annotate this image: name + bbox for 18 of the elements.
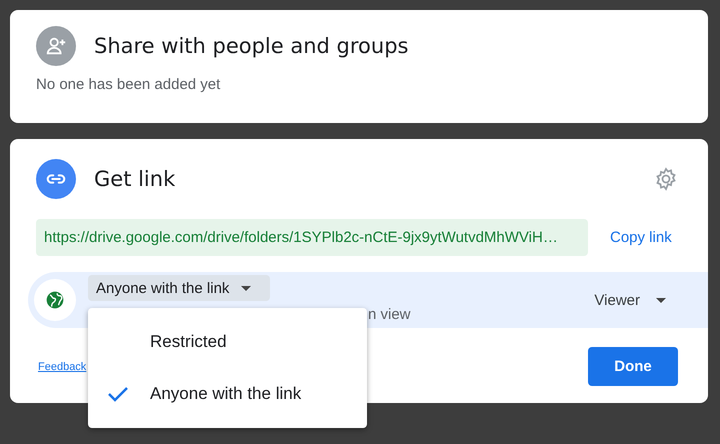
feedback-link[interactable]: Feedback (38, 360, 86, 372)
copy-link-button[interactable]: Copy link (606, 225, 676, 250)
link-icon (36, 159, 76, 199)
menu-item[interactable]: Anyone with the link (88, 372, 367, 416)
share-title: Share with people and groups (94, 34, 408, 58)
share-subtitle: No one has been added yet (36, 76, 222, 93)
link-url-field[interactable]: https://drive.google.com/drive/folders/1SYPlb2c-nCtE-9jx9ytWutvdMhWViH… (36, 219, 588, 256)
role-dropdown[interactable]: Viewer (588, 290, 672, 310)
add-person-icon (36, 26, 76, 66)
get-link-title: Get link (94, 167, 176, 191)
globe-icon (34, 279, 76, 321)
caret-icon (656, 298, 666, 302)
done-button[interactable]: Done (588, 347, 678, 386)
settings-icon[interactable] (654, 167, 678, 191)
caret-icon (241, 286, 252, 290)
menu-item[interactable]: Restricted (88, 320, 367, 364)
access-dropdown[interactable]: Anyone with the link (88, 275, 270, 301)
access-description: n view (368, 306, 411, 323)
